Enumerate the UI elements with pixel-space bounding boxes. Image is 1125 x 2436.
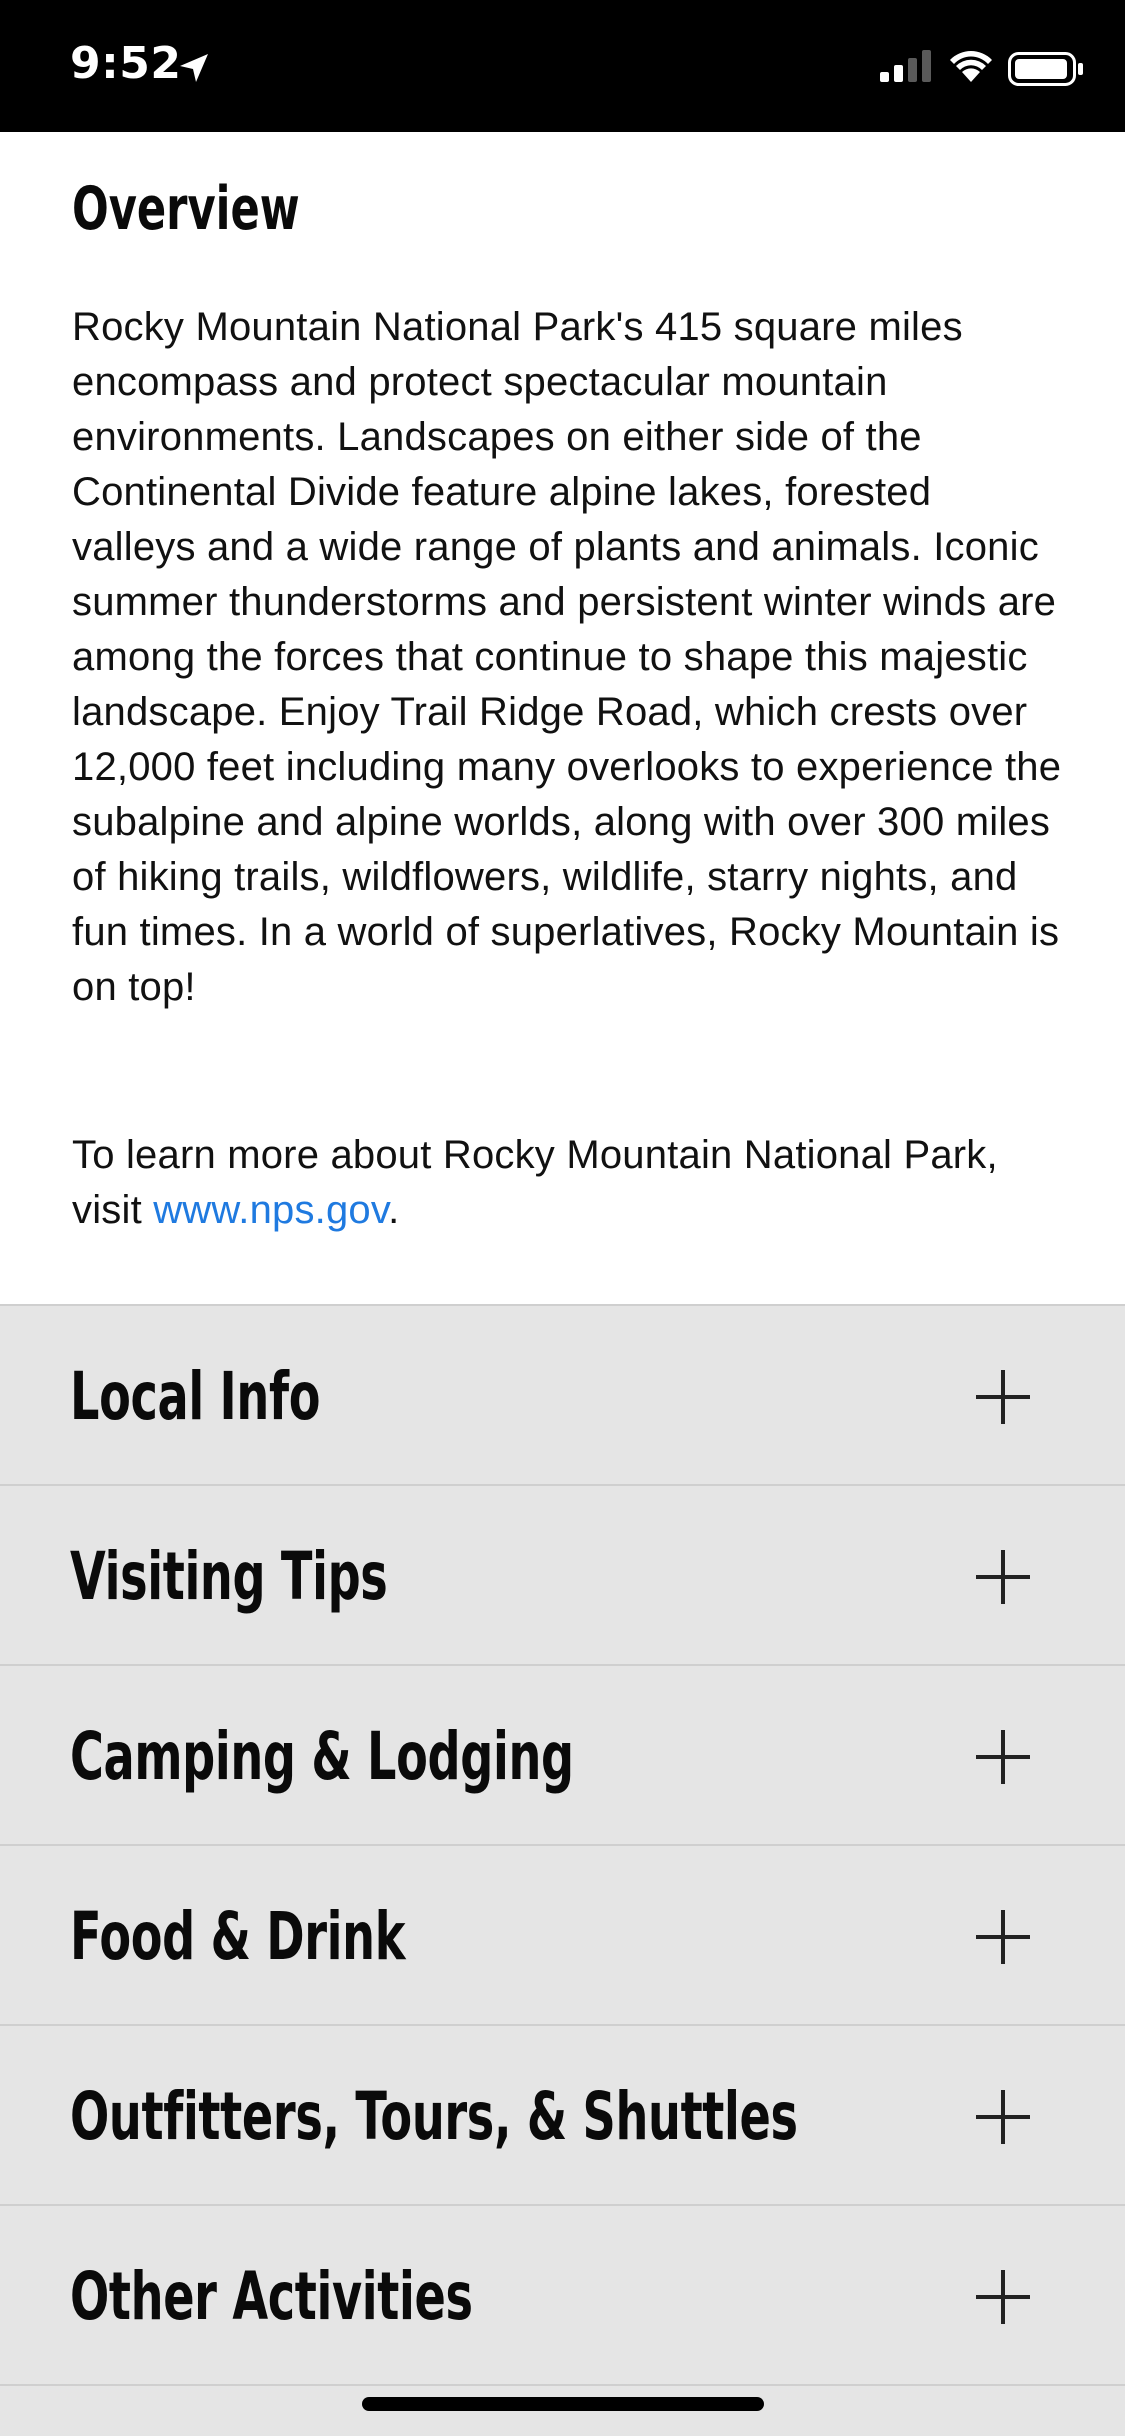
overview-section: Overview Rocky Mountain National Park's … (0, 132, 1125, 1306)
more-info-suffix: . (388, 1188, 400, 1232)
plus-icon[interactable] (976, 1730, 1030, 1784)
accordion-item-outfitters[interactable]: Outfitters, Tours, & Shuttles (0, 2026, 1125, 2206)
accordion-label: Visiting Tips (70, 1538, 388, 1615)
overview-body: Rocky Mountain National Park's 415 squar… (72, 305, 1062, 1009)
wifi-icon (950, 51, 992, 82)
home-indicator[interactable] (362, 2397, 764, 2411)
overview-more-info: To learn more about Rocky Mountain Natio… (72, 1128, 1062, 1238)
accordion-item-other-activities[interactable]: Other Activities (0, 2206, 1125, 2386)
plus-icon[interactable] (976, 1370, 1030, 1424)
info-accordion: Local Info Visiting Tips Camping & Lodgi… (0, 1306, 1125, 2386)
nps-website-link[interactable]: www.nps.gov (153, 1188, 388, 1232)
plus-icon[interactable] (976, 1910, 1030, 1964)
accordion-item-local-info[interactable]: Local Info (0, 1306, 1125, 1486)
location-arrow-icon (180, 54, 208, 82)
plus-icon[interactable] (976, 2270, 1030, 2324)
overview-title: Overview (72, 174, 300, 244)
battery-icon (1008, 52, 1083, 86)
accordion-label: Other Activities (70, 2258, 473, 2335)
accordion-label: Local Info (70, 1358, 321, 1435)
plus-icon[interactable] (976, 1550, 1030, 1604)
cellular-signal-icon (880, 50, 931, 82)
accordion-item-food-drink[interactable]: Food & Drink (0, 1846, 1125, 2026)
accordion-label: Outfitters, Tours, & Shuttles (70, 2078, 798, 2155)
plus-icon[interactable] (976, 2090, 1030, 2144)
accordion-label: Food & Drink (70, 1898, 406, 1975)
accordion-item-visiting-tips[interactable]: Visiting Tips (0, 1486, 1125, 1666)
accordion-item-camping-lodging[interactable]: Camping & Lodging (0, 1666, 1125, 1846)
accordion-label: Camping & Lodging (70, 1718, 574, 1795)
status-bar: 9:52 (0, 0, 1125, 132)
status-time: 9:52 (70, 38, 182, 89)
